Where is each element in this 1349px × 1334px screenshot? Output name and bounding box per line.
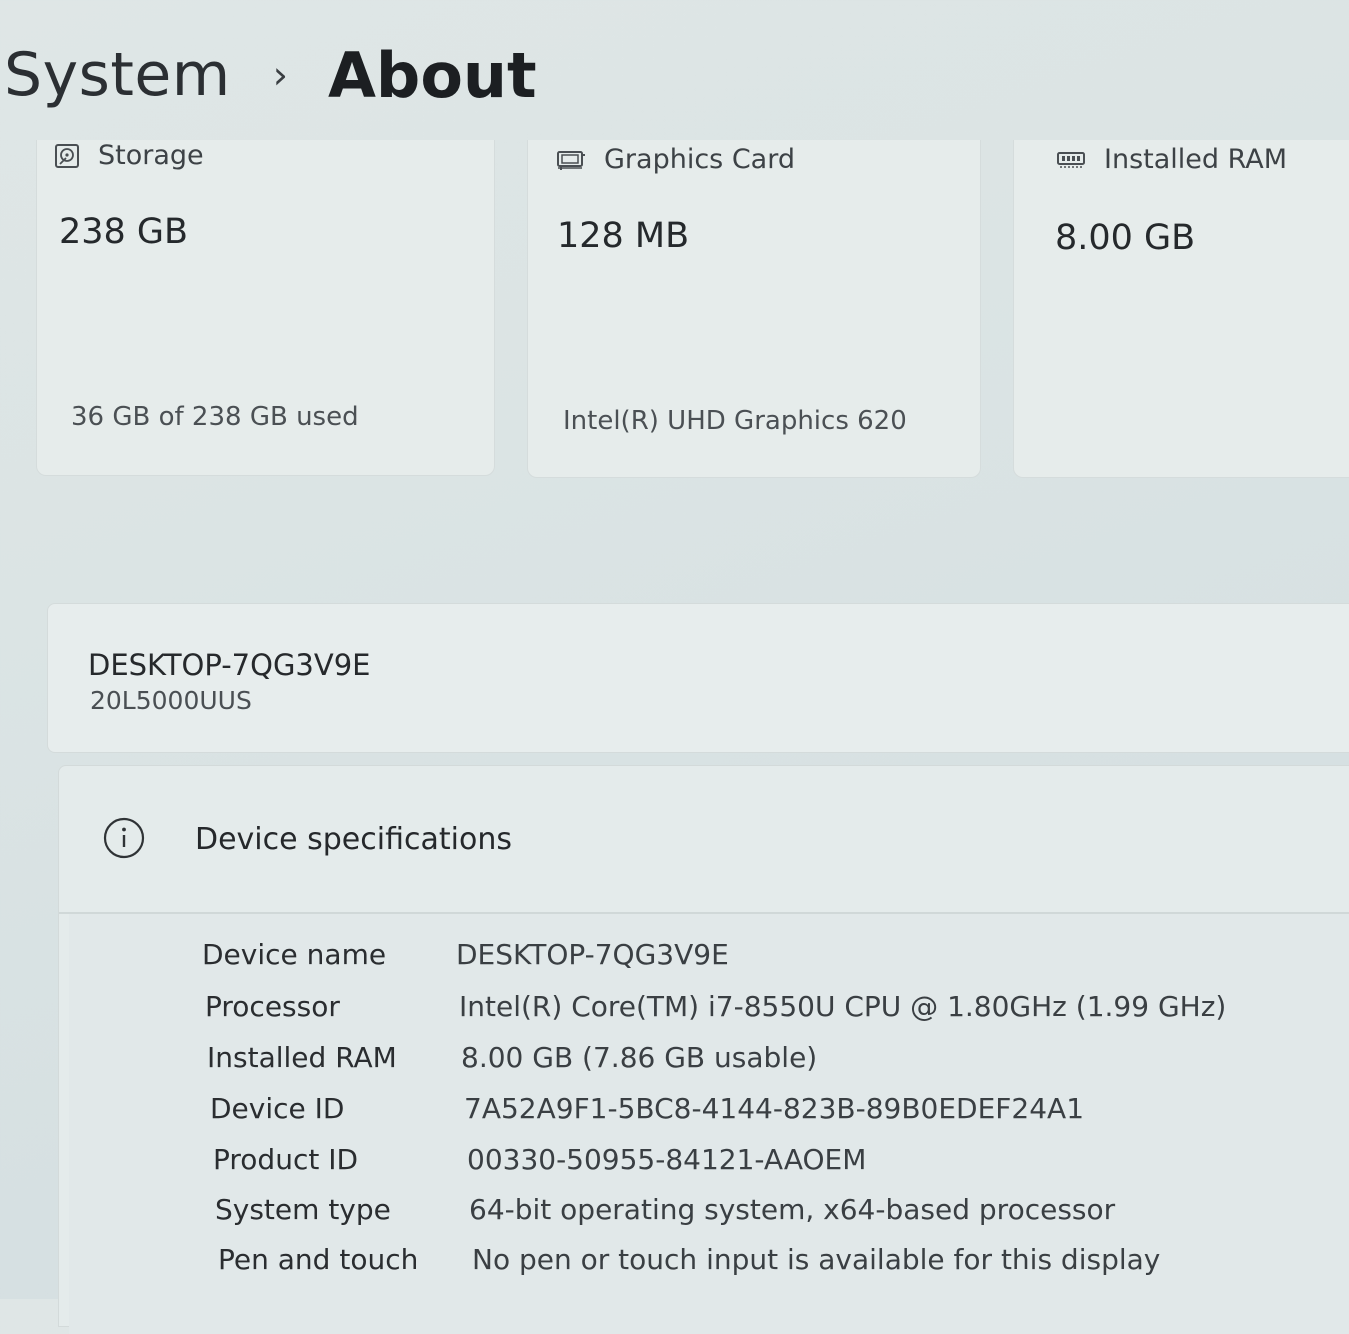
spec-label: System type (215, 1193, 391, 1226)
breadcrumb-system-link[interactable]: System (0, 40, 231, 110)
spec-label: Pen and touch (218, 1243, 419, 1276)
spec-label: Device ID (210, 1092, 345, 1125)
ram-card-header: Installed RAM (1056, 144, 1287, 175)
ram-card[interactable]: Installed RAM 8.00 GB (1013, 140, 1349, 478)
spec-label: Product ID (213, 1143, 359, 1176)
spec-value: 64-bit operating system, x64-based proce… (469, 1193, 1116, 1226)
spec-value: 8.00 GB (7.86 GB usable) (461, 1041, 818, 1074)
graphics-card-header: Graphics Card (556, 144, 795, 175)
breadcrumb: System › About (0, 30, 537, 120)
storage-card-detail: 36 GB of 238 GB used (71, 402, 359, 432)
ram-card-value: 8.00 GB (1055, 218, 1196, 258)
graphics-card-value: 128 MB (557, 216, 690, 256)
spec-value: 7A52A9F1-5BC8-4144-823B-89B0EDEF24A1 (464, 1092, 1085, 1125)
spec-label: Device name (202, 938, 387, 971)
spec-label: Processor (205, 990, 340, 1023)
spec-row-product-id: Product ID 00330-50955-84121-AAOEM (213, 1143, 866, 1176)
device-specifications-list: Device name DESKTOP-7QG3V9E Processor In… (69, 914, 1349, 1334)
graphics-card-card[interactable]: Graphics Card 128 MB Intel(R) UHD Graphi… (527, 140, 981, 478)
storage-card-label: Storage (98, 140, 204, 171)
ram-card-label: Installed RAM (1104, 144, 1288, 175)
spec-row-installed-ram: Installed RAM 8.00 GB (7.86 GB usable) (207, 1041, 817, 1074)
spec-label: Installed RAM (207, 1041, 397, 1074)
spec-row-processor: Processor Intel(R) Core(TM) i7-8550U CPU… (205, 990, 1226, 1023)
spec-value: Intel(R) Core(TM) i7-8550U CPU @ 1.80GHz… (459, 990, 1227, 1023)
storage-card-header: Storage (54, 140, 204, 171)
device-specifications-header[interactable]: Device specifications (59, 766, 1349, 914)
spec-row-system-type: System type 64-bit operating system, x64… (215, 1193, 1115, 1226)
device-name-card[interactable]: DESKTOP-7QG3V9E 20L5000UUS (47, 603, 1349, 753)
spec-row-device-name: Device name DESKTOP-7QG3V9E (202, 938, 729, 971)
storage-icon (54, 143, 80, 169)
spec-value: 00330-50955-84121-AAOEM (467, 1143, 867, 1176)
spec-value: No pen or touch input is available for t… (472, 1243, 1161, 1276)
device-name: DESKTOP-7QG3V9E (88, 648, 371, 682)
graphics-card-label: Graphics Card (604, 144, 795, 175)
device-specifications-title: Device specifications (195, 822, 512, 857)
ram-icon (1056, 150, 1086, 170)
page-title: About (327, 38, 537, 112)
device-model: 20L5000UUS (90, 686, 252, 715)
graphics-card-icon (556, 149, 586, 171)
storage-card-value: 238 GB (59, 212, 189, 252)
spec-row-device-id: Device ID 7A52A9F1-5BC8-4144-823B-89B0ED… (210, 1092, 1084, 1125)
storage-card[interactable]: Storage 238 GB 36 GB of 238 GB used (36, 140, 495, 476)
graphics-card-detail: Intel(R) UHD Graphics 620 (563, 406, 907, 436)
spec-value: DESKTOP-7QG3V9E (456, 938, 729, 971)
chevron-right-icon: › (272, 53, 288, 97)
spec-row-pen-and-touch: Pen and touch No pen or touch input is a… (218, 1243, 1160, 1276)
info-icon (102, 816, 146, 864)
device-specifications-section: Device specifications Device name DESKTO… (58, 765, 1349, 1334)
